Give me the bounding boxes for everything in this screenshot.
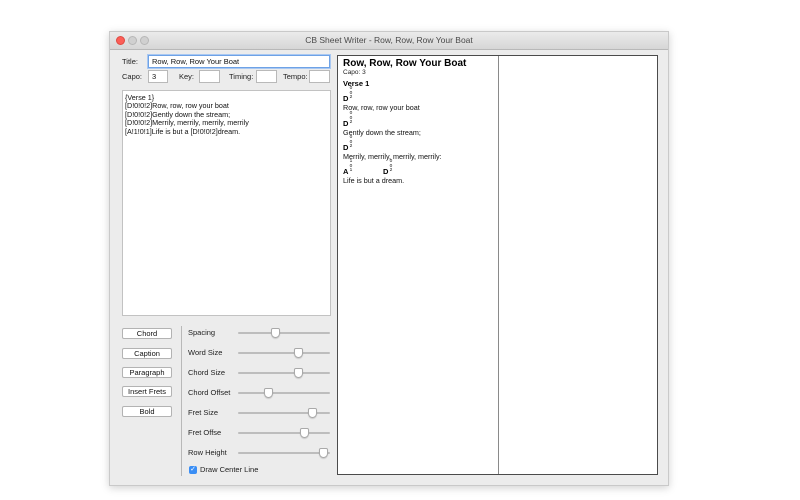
fret-digit: 2 — [349, 120, 353, 126]
draw-center-line-label: Draw Center Line — [200, 465, 259, 474]
chord-frets: 002 — [388, 159, 394, 174]
slider-thumb[interactable] — [307, 408, 317, 418]
capo-input[interactable]: 3 — [148, 70, 168, 83]
title-input[interactable]: Row, Row, Row Your Boat — [148, 55, 330, 68]
slider-thumb[interactable] — [318, 448, 328, 458]
caption-button[interactable]: Caption — [122, 348, 172, 359]
slider-track[interactable] — [238, 408, 330, 418]
key-label: Key: — [179, 72, 195, 81]
chord-frets: 002 — [348, 111, 354, 126]
slider-thumb[interactable] — [293, 348, 303, 358]
slider-track[interactable] — [238, 368, 330, 378]
slider-label: Row Height — [188, 448, 227, 457]
window-title: CB Sheet Writer - Row, Row, Row Your Boa… — [305, 35, 473, 45]
bold-button[interactable]: Bold — [122, 406, 172, 417]
slider-track[interactable] — [238, 448, 330, 458]
timing-label: Timing: — [229, 72, 254, 81]
slider-label: Word Size — [188, 348, 223, 357]
app-window: CB Sheet Writer - Row, Row, Row Your Boa… — [109, 31, 669, 486]
title-label: Title: — [122, 57, 138, 66]
slider-thumb[interactable] — [264, 388, 274, 398]
sheet-preview: Row, Row, Row Your Boat Capo: 3 Verse 1 … — [337, 55, 658, 475]
key-input[interactable] — [199, 70, 220, 83]
slider-label: Fret Size — [188, 408, 219, 417]
chord-frets: 101 — [348, 159, 354, 174]
capo-label: Capo: — [122, 72, 143, 81]
title-bar: CB Sheet Writer - Row, Row, Row Your Boa… — [110, 32, 668, 50]
chord-frets: 002 — [348, 86, 354, 101]
slider-label: Fret Offse — [188, 428, 222, 437]
slider-thumb[interactable] — [300, 428, 310, 438]
editor-scrollbar[interactable] — [323, 92, 329, 314]
slider-track[interactable] — [238, 428, 330, 438]
slider-track[interactable] — [238, 348, 330, 358]
fret-digit: 1 — [349, 168, 353, 174]
timing-input[interactable] — [256, 70, 277, 83]
chord-frets: 002 — [348, 135, 354, 150]
draw-center-line-checkbox[interactable]: ✓ — [189, 466, 197, 474]
slider-track[interactable] — [238, 328, 330, 338]
insert-frets-button[interactable]: Insert Frets — [122, 386, 172, 397]
preview-verse-label: Verse 1 — [343, 79, 370, 88]
preview-title: Row, Row, Row Your Boat — [343, 58, 467, 69]
tempo-label: Tempo: — [283, 72, 308, 81]
slider-track[interactable] — [238, 388, 330, 398]
song-text-editor[interactable]: {Verse 1} [D!0!0!2]Row, row, row your boa… — [122, 90, 331, 316]
editor-line: [A!1!0!1]Life is but a [D!0!0!2]dream. — [125, 126, 241, 136]
lyric-line: Gently down the stream; — [343, 128, 421, 137]
slider-thumb[interactable] — [293, 368, 303, 378]
fret-digit: 2 — [349, 144, 353, 150]
slider-thumb[interactable] — [270, 328, 280, 338]
lyric-line: Row, row, row your boat — [343, 103, 420, 112]
preview-capo: Capo: 3 — [343, 69, 366, 76]
chord-button[interactable]: Chord — [122, 328, 172, 339]
fret-digit: 2 — [349, 95, 353, 101]
slider-label: Spacing — [188, 328, 216, 337]
tempo-input[interactable] — [309, 70, 330, 83]
fret-digit: 2 — [389, 168, 393, 174]
controls-separator — [181, 326, 182, 476]
slider-label: Chord Size — [188, 368, 226, 377]
lyric-line: Life is but a dream. — [343, 176, 405, 185]
paragraph-button[interactable]: Paragraph — [122, 367, 172, 378]
center-line — [498, 56, 499, 474]
slider-label: Chord Offset — [188, 388, 231, 397]
